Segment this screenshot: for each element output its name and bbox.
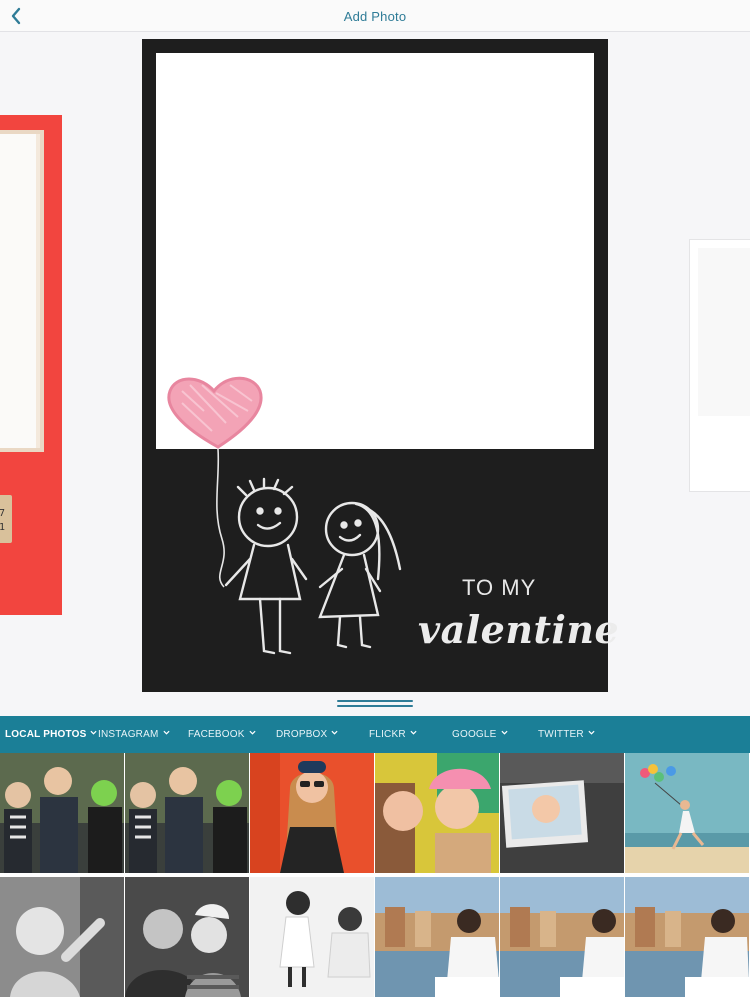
valentine-card: TO MY valentine xyxy=(142,39,619,692)
photo-thumbnail-venice-breakfast-2[interactable] xyxy=(500,877,624,997)
chevron-down-icon xyxy=(588,730,595,735)
photo-thumbnail-venice-breakfast-3[interactable] xyxy=(625,877,749,997)
previous-card-photo-slot xyxy=(0,130,44,452)
tab-twitter[interactable]: TWITTER xyxy=(538,729,595,740)
photo-kids-halloween-1 xyxy=(0,753,124,873)
girl-figure xyxy=(318,501,402,649)
chevron-down-icon xyxy=(249,730,256,735)
card-text-valentine: valentine xyxy=(418,607,620,652)
tab-label: LOCAL PHOTOS xyxy=(5,729,87,740)
tab-label: GOOGLE xyxy=(452,729,497,740)
tab-label: FLICKR xyxy=(369,729,406,740)
tab-label: DROPBOX xyxy=(276,729,328,740)
chalk-couple-illustration xyxy=(167,376,402,655)
card-text-to-my: TO MY xyxy=(462,575,537,600)
chevron-down-icon xyxy=(90,730,98,735)
photo-baby-print xyxy=(500,753,624,873)
drawer-handle[interactable] xyxy=(337,700,413,710)
photo-thumbnail-baby-print[interactable] xyxy=(500,753,624,873)
photo-thumbnail-woman-balloons-beach[interactable] xyxy=(625,753,749,873)
boy-figure xyxy=(224,477,308,655)
photo-kids-halloween-2 xyxy=(125,753,249,873)
tab-local-photos[interactable]: LOCAL PHOTOS xyxy=(5,729,98,740)
card-canvas[interactable]: 7 1 TO MY valentine xyxy=(0,33,750,715)
photo-source-tabs: LOCAL PHOTOS INSTAGRAM FACEBOOK DROPBOX … xyxy=(0,716,750,753)
photo-baby-bw xyxy=(0,877,124,997)
tab-facebook[interactable]: FACEBOOK xyxy=(188,729,256,740)
tab-google[interactable]: GOOGLE xyxy=(452,729,508,740)
photo-father-child-kiss xyxy=(125,877,249,997)
tab-flickr[interactable]: FLICKR xyxy=(369,729,417,740)
photo-venice-breakfast-3 xyxy=(625,877,749,997)
photo-venice-breakfast-2 xyxy=(500,877,624,997)
photo-thumbnail-baby-bw[interactable] xyxy=(0,877,124,997)
photo-thumbnail-parent-child[interactable] xyxy=(250,877,374,997)
previous-card-tag-text: 7 1 xyxy=(0,508,6,533)
photo-woman-balloons-beach xyxy=(625,753,749,873)
previous-card[interactable]: 7 1 xyxy=(0,115,62,615)
photo-thumbnail-venice-breakfast-1[interactable] xyxy=(375,877,499,997)
tab-dropbox[interactable]: DROPBOX xyxy=(276,729,338,740)
tab-label: TWITTER xyxy=(538,729,584,740)
photo-thumbnail-kids-halloween-1[interactable] xyxy=(0,753,124,873)
photo-grid xyxy=(0,753,750,1000)
top-bar: Add Photo xyxy=(0,0,750,32)
heart-balloon-icon xyxy=(167,376,263,588)
chevron-down-icon xyxy=(500,730,508,735)
photo-two-women-selfie xyxy=(375,753,499,873)
next-card-photo-slot xyxy=(698,248,750,416)
previous-card-tag: 7 1 xyxy=(0,495,12,543)
tab-instagram[interactable]: INSTAGRAM xyxy=(98,729,170,740)
chevron-down-icon xyxy=(162,730,170,735)
tab-label: FACEBOOK xyxy=(188,729,245,740)
chevron-down-icon xyxy=(331,730,338,735)
chevron-down-icon xyxy=(410,730,417,735)
next-card[interactable] xyxy=(689,239,750,492)
page-title: Add Photo xyxy=(343,9,407,24)
photo-thumbnail-woman-sunglasses[interactable] xyxy=(250,753,374,873)
photo-venice-breakfast-1 xyxy=(375,877,499,997)
photo-thumbnail-kids-halloween-2[interactable] xyxy=(125,753,249,873)
photo-thumbnail-two-women-selfie[interactable] xyxy=(375,753,499,873)
tab-label: INSTAGRAM xyxy=(98,729,159,740)
photo-woman-sunglasses xyxy=(250,753,374,873)
photo-thumbnail-father-child-kiss[interactable] xyxy=(125,877,249,997)
photo-parent-child xyxy=(250,877,374,997)
